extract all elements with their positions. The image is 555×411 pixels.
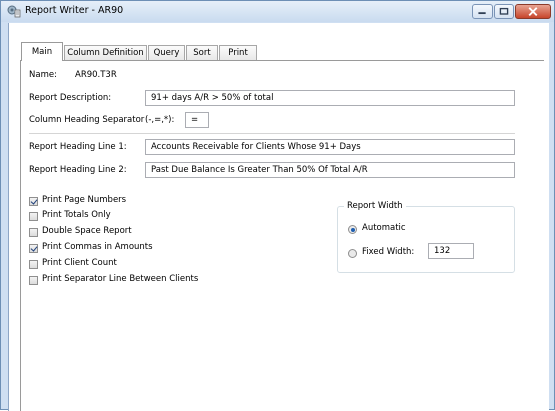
report-heading-1-label: Report Heading Line 1: — [29, 142, 127, 152]
tab-sort[interactable]: Sort — [186, 45, 218, 60]
report-writer-app-icon — [7, 5, 21, 18]
print-totals-only-checkbox[interactable] — [29, 212, 38, 221]
minimize-icon — [478, 12, 486, 15]
fixed-width-radio[interactable] — [348, 249, 357, 258]
maximize-icon — [499, 7, 509, 15]
fixed-width-label: Fixed Width: — [362, 247, 415, 257]
column-heading-separator-hint: (-,=,*): — [145, 115, 175, 125]
report-width-title: Report Width — [344, 201, 406, 211]
maximize-button[interactable] — [494, 4, 514, 19]
print-client-count-label: Print Client Count — [42, 258, 117, 268]
fixed-width-field[interactable]: 132 — [428, 243, 474, 259]
window-title: Report Writer - AR90 — [25, 5, 124, 16]
tab-main-label: Main — [31, 47, 53, 57]
print-commas-checkbox[interactable] — [29, 244, 38, 253]
tab-column-definition[interactable]: Column Definition — [64, 45, 147, 60]
tab-column-definition-label: Column Definition — [67, 48, 144, 58]
double-space-report-label: Double Space Report — [42, 226, 132, 236]
automatic-radio[interactable] — [348, 225, 357, 234]
print-commas-label: Print Commas in Amounts — [42, 242, 153, 252]
report-heading-2-field[interactable]: Past Due Balance Is Greater Than 50% Of … — [145, 162, 515, 178]
column-heading-separator-label: Column Heading Separator — [29, 115, 145, 125]
report-writer-window: Report Writer - AR90 Main Column Definit… — [0, 0, 555, 411]
print-totals-only-label: Print Totals Only — [42, 210, 111, 220]
report-heading-1-field[interactable]: Accounts Receivable for Clients Whose 91… — [145, 139, 515, 155]
tab-sort-label: Sort — [193, 48, 211, 58]
tab-query[interactable]: Query — [148, 45, 185, 60]
print-page-numbers-checkbox[interactable] — [29, 197, 38, 206]
title-bar[interactable]: Report Writer - AR90 — [1, 1, 554, 22]
column-heading-separator-field[interactable]: = — [185, 112, 209, 128]
print-separator-line-label: Print Separator Line Between Clients — [42, 274, 199, 284]
tab-main[interactable]: Main — [21, 42, 63, 61]
tab-query-label: Query — [153, 48, 180, 58]
report-description-label: Report Description: — [29, 93, 112, 103]
automatic-label: Automatic — [362, 223, 406, 233]
double-space-report-checkbox[interactable] — [29, 228, 38, 237]
name-label: Name: — [29, 70, 57, 80]
name-value: AR90.T3R — [75, 70, 117, 80]
minimize-button[interactable] — [472, 4, 493, 19]
report-description-field[interactable]: 91+ days A/R > 50% of total — [145, 90, 515, 106]
print-separator-line-checkbox[interactable] — [29, 276, 38, 285]
close-button[interactable] — [515, 4, 551, 19]
section-divider — [29, 133, 515, 134]
tab-print-label: Print — [228, 48, 248, 58]
report-width-group: Report Width Automatic Fixed Width: 132 — [337, 201, 515, 273]
report-heading-2-label: Report Heading Line 2: — [29, 165, 127, 175]
print-page-numbers-label: Print Page Numbers — [42, 195, 127, 205]
print-client-count-checkbox[interactable] — [29, 260, 38, 269]
close-icon — [528, 7, 538, 17]
tab-print[interactable]: Print — [219, 45, 257, 60]
